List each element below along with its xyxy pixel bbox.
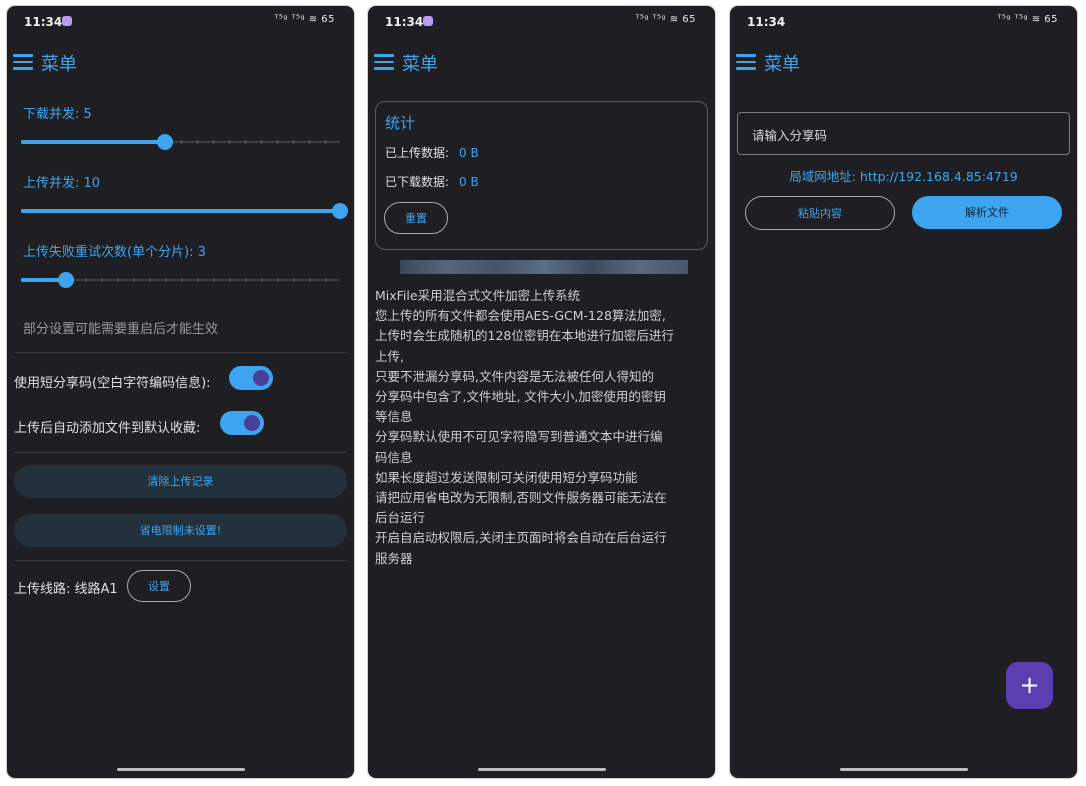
home-indicator <box>477 768 606 771</box>
description-line: 等信息 <box>375 409 413 425</box>
divider <box>14 452 347 453</box>
home-indicator <box>839 768 968 771</box>
route-settings-button[interactable]: 设置 <box>127 570 191 602</box>
restart-hint: 部分设置可能需要重启后才能生效 <box>23 322 219 337</box>
slider-thumb[interactable] <box>57 272 74 288</box>
home-indicator <box>116 768 245 771</box>
description-line: 只要不泄漏分享码,文件内容是无法被任何人得知的 <box>375 368 654 384</box>
description-line: 请把应用省电改为无限制,否则文件服务器可能无法在 <box>375 490 667 506</box>
status-time: 11:34 <box>747 15 786 29</box>
auto-favorite-switch[interactable] <box>220 411 264 435</box>
menu-icon[interactable] <box>374 54 394 70</box>
divider <box>14 560 347 561</box>
add-fab-button[interactable]: + <box>1006 662 1053 709</box>
download-concurrency-slider[interactable] <box>21 134 340 150</box>
settings-screen: 11:34 ᵀ⁵ᵍ ᵀ⁵ᵍ ≋ 65 菜单 下载并发: 5 上传并发: 10 上… <box>7 6 354 778</box>
lan-address[interactable]: 局域网地址: http://192.168.4.85:4719 <box>730 166 1077 185</box>
description-line: 开启自启动权限后,关闭主页面时将会自动在后台运行 <box>375 530 667 546</box>
page-title: 菜单 <box>402 54 438 75</box>
uploaded-label: 已上传数据: <box>385 146 450 160</box>
status-time: 11:34 <box>385 15 424 29</box>
description-line: 如果长度超过发送限制可关闭使用短分享码功能 <box>375 469 638 485</box>
download-concurrency-label: 下载并发: 5 <box>23 107 92 122</box>
switch-knob <box>244 415 260 431</box>
short-code-switch[interactable] <box>229 366 273 390</box>
battery-restriction-button[interactable]: 省电限制未设置! <box>14 514 347 547</box>
download-screen: 11:34 ᵀ⁵ᵍ ᵀ⁵ᵍ ≋ 65 菜单 请输入分享码 局域网地址: http… <box>730 6 1077 778</box>
description-text: MixFile采用混合式文件加密上传系统您上传的所有文件都会使用AES-GCM-… <box>375 286 709 569</box>
share-code-input[interactable]: 请输入分享码 <box>737 112 1070 155</box>
description-line: 服务器 <box>375 550 413 566</box>
auto-favorite-label: 上传后自动添加文件到默认收藏: <box>14 421 201 436</box>
downloaded-value: 0 B <box>459 175 479 189</box>
signal-wifi-battery-icon: ᵀ⁵ᵍ ᵀ⁵ᵍ ≋ 65 <box>997 14 1058 25</box>
uploaded-value: 0 B <box>459 146 479 160</box>
description-line: 上传时会生成随机的128位密钥在本地进行加密后进行 <box>375 328 674 344</box>
upload-concurrency-label: 上传并发: 10 <box>23 176 101 191</box>
app-bar: 菜单 <box>730 46 1077 82</box>
page-title: 菜单 <box>41 54 77 75</box>
description-line: MixFile采用混合式文件加密上传系统 <box>375 288 581 303</box>
switch-knob <box>253 370 269 386</box>
slider-fill <box>21 140 165 144</box>
paste-button[interactable]: 粘贴内容 <box>745 196 895 230</box>
about-screen: 11:34 ᵀ⁵ᵍ ᵀ⁵ᵍ ≋ 65 菜单 统计 已上传数据: 0 B 已下载数据… <box>368 6 715 778</box>
signal-wifi-battery-icon: ᵀ⁵ᵍ ᵀ⁵ᵍ ≋ 65 <box>274 14 335 25</box>
blurred-link <box>400 260 688 274</box>
menu-icon[interactable] <box>13 54 33 70</box>
slider-thumb[interactable] <box>332 203 348 219</box>
description-line: 您上传的所有文件都会使用AES-GCM-128算法加密, <box>375 308 666 324</box>
description-line: 上传, <box>375 348 404 364</box>
upload-retry-slider[interactable] <box>21 272 340 288</box>
app-bar: 菜单 <box>368 46 715 82</box>
short-code-row: 使用短分享码(空白字符编码信息): <box>14 366 347 396</box>
description-line: 分享码中包含了,文件地址, 文件大小,加密使用的密钥 <box>375 389 666 405</box>
short-code-label: 使用短分享码(空白字符编码信息): <box>14 376 211 391</box>
slider-thumb[interactable] <box>156 134 173 150</box>
upload-retry-label: 上传失败重试次数(单个分片): 3 <box>23 245 206 260</box>
stats-card: 统计 已上传数据: 0 B 已下载数据: 0 B 重置 <box>375 101 708 250</box>
reset-button[interactable]: 重置 <box>384 202 448 234</box>
app-bar: 菜单 <box>7 46 354 82</box>
signal-wifi-battery-icon: ᵀ⁵ᵍ ᵀ⁵ᵍ ≋ 65 <box>635 14 696 25</box>
status-bar: 11:34 ᵀ⁵ᵍ ᵀ⁵ᵍ ≋ 65 <box>7 6 354 38</box>
parse-file-button[interactable]: 解析文件 <box>912 196 1062 229</box>
upload-concurrency-slider[interactable] <box>21 203 348 219</box>
stats-title: 统计 <box>385 114 416 132</box>
status-bar: 11:34 ᵀ⁵ᵍ ᵀ⁵ᵍ ≋ 65 <box>368 6 715 38</box>
notification-icon <box>423 16 433 26</box>
divider <box>14 352 347 353</box>
share-code-placeholder: 请输入分享码 <box>752 128 828 143</box>
auto-favorite-row: 上传后自动添加文件到默认收藏: <box>14 411 347 441</box>
description-line: 分享码默认使用不可见字符隐写到普通文本中进行编 <box>375 429 663 445</box>
menu-icon[interactable] <box>736 54 756 70</box>
notification-icon <box>62 16 72 26</box>
upload-route-label: 上传线路: 线路A1 <box>14 582 118 597</box>
description-line: 后台运行 <box>375 510 426 526</box>
downloaded-stat: 已下载数据: 0 B <box>385 173 479 190</box>
status-time: 11:34 <box>24 15 63 29</box>
downloaded-label: 已下载数据: <box>385 175 450 189</box>
page-title: 菜单 <box>764 54 800 75</box>
uploaded-stat: 已上传数据: 0 B <box>385 144 479 161</box>
description-line: 码信息 <box>375 449 413 465</box>
status-bar: 11:34 ᵀ⁵ᵍ ᵀ⁵ᵍ ≋ 65 <box>730 6 1077 38</box>
slider-fill <box>21 209 340 213</box>
clear-upload-history-button[interactable]: 清除上传记录 <box>14 465 347 498</box>
